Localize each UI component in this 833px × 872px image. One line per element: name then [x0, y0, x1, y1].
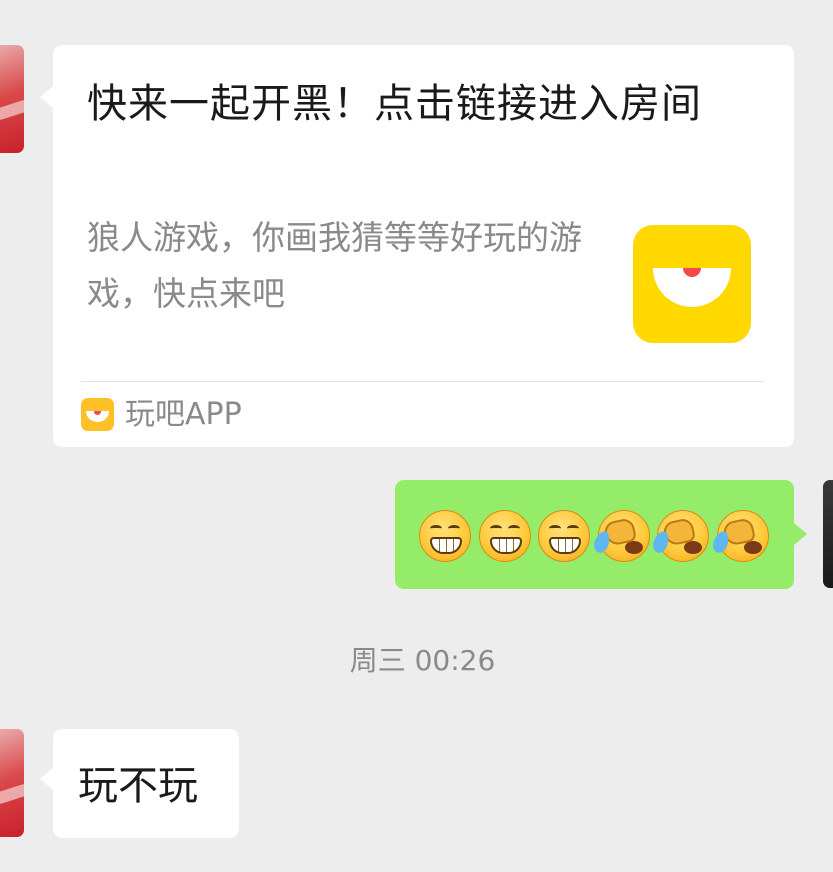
- facepalm-laugh-emoji-icon: [591, 510, 650, 562]
- shared-link-card[interactable]: 快来一起开黑！点击链接进入房间 狼人游戏，你画我猜等等好玩的游戏，快点来吧 玩吧…: [53, 45, 794, 447]
- grin-emoji-icon: [419, 510, 471, 562]
- emoji-row: [419, 510, 776, 568]
- card-thumbnail-icon: [633, 225, 751, 343]
- card-bubble-tail: [40, 86, 53, 108]
- card-divider: [81, 381, 764, 382]
- facepalm-laugh-emoji-icon: [650, 510, 709, 562]
- incoming-text-message[interactable]: 玩不玩: [53, 729, 239, 838]
- message-text: 玩不玩: [78, 763, 198, 809]
- sender-avatar[interactable]: [0, 729, 24, 837]
- facepalm-laugh-emoji-icon: [710, 510, 769, 562]
- grin-emoji-icon: [478, 510, 531, 562]
- source-app-name: 玩吧APP: [125, 397, 242, 432]
- outgoing-emoji-message[interactable]: [395, 480, 794, 589]
- sender-avatar[interactable]: [0, 45, 24, 153]
- card-description: 狼人游戏，你画我猜等等好玩的游戏，快点来吧: [87, 218, 582, 313]
- source-app-icon: [81, 398, 114, 431]
- message-bubble-tail: [40, 768, 53, 790]
- card-title: 快来一起开黑！点击链接进入房间: [87, 81, 702, 127]
- self-avatar[interactable]: [823, 480, 833, 588]
- chat-timestamp: 周三 00:26: [349, 644, 496, 677]
- outgoing-bubble-tail: [794, 523, 807, 545]
- grin-emoji-icon: [538, 510, 590, 562]
